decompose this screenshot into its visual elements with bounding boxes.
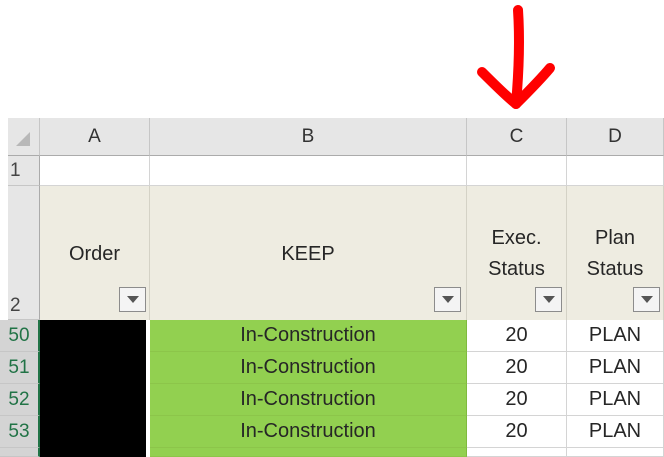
cell-keep-partial[interactable]: [150, 448, 467, 457]
dropdown-arrow-icon: [126, 296, 139, 303]
row-header-1[interactable]: 1: [8, 156, 40, 186]
cell-exec-50[interactable]: 20: [467, 320, 567, 352]
cell-c1[interactable]: [467, 156, 567, 186]
cell-order-52[interactable]: [40, 384, 146, 416]
cell-exec-51[interactable]: 20: [467, 352, 567, 384]
cell-order-53[interactable]: [40, 416, 146, 448]
cell-keep-51[interactable]: In-Construction: [150, 352, 467, 384]
cell-plan-51[interactable]: PLAN: [567, 352, 664, 384]
dropdown-arrow-icon: [441, 296, 454, 303]
header-exec-line1: Exec.: [491, 227, 542, 249]
spreadsheet-grid: A B C D 1 2 Order KEEP Exec. Status Plan…: [0, 0, 664, 457]
row-header-52[interactable]: 52: [0, 384, 40, 416]
row-header-53[interactable]: 53: [0, 416, 40, 448]
cell-plan-partial[interactable]: [567, 448, 664, 457]
cell-exec-53[interactable]: 20: [467, 416, 567, 448]
row-header-2[interactable]: 2: [8, 186, 40, 320]
header-exec-line2: Status: [488, 258, 545, 280]
dropdown-arrow-icon: [640, 296, 653, 303]
filter-button-plan-status[interactable]: [633, 287, 660, 312]
filter-button-order[interactable]: [119, 287, 146, 312]
cell-plan-53[interactable]: PLAN: [567, 416, 664, 448]
filter-button-exec-status[interactable]: [535, 287, 562, 312]
cell-d1[interactable]: [567, 156, 664, 186]
cell-a1[interactable]: [40, 156, 150, 186]
header-plan-line2: Status: [586, 258, 644, 280]
cell-order-50[interactable]: [40, 320, 146, 352]
header-plan-line1: Plan: [594, 227, 636, 249]
cell-exec-partial[interactable]: [467, 448, 567, 457]
row-header-51[interactable]: 51: [0, 352, 40, 384]
column-header-b[interactable]: B: [150, 118, 467, 156]
header-keep-label: KEEP: [281, 242, 335, 265]
cell-keep-52[interactable]: In-Construction: [150, 384, 467, 416]
red-down-arrow-icon: [477, 5, 555, 109]
cell-b1[interactable]: [150, 156, 467, 186]
dropdown-arrow-icon: [542, 296, 555, 303]
column-header-c[interactable]: C: [467, 118, 567, 156]
header-keep[interactable]: KEEP: [150, 186, 467, 320]
row-header-50[interactable]: 50: [0, 320, 40, 352]
cell-exec-52[interactable]: 20: [467, 384, 567, 416]
cell-keep-53[interactable]: In-Construction: [150, 416, 467, 448]
row-header-partial[interactable]: [0, 448, 40, 457]
column-header-a[interactable]: A: [40, 118, 150, 156]
cell-plan-50[interactable]: PLAN: [567, 320, 664, 352]
column-header-d[interactable]: D: [567, 118, 664, 156]
select-all-triangle-icon: [16, 132, 30, 146]
header-order-label: Order: [68, 242, 121, 265]
cell-plan-52[interactable]: PLAN: [567, 384, 664, 416]
cell-keep-50[interactable]: In-Construction: [150, 320, 467, 352]
cell-order-51[interactable]: [40, 352, 146, 384]
filter-button-keep[interactable]: [434, 287, 461, 312]
cell-order-partial[interactable]: [40, 448, 146, 457]
